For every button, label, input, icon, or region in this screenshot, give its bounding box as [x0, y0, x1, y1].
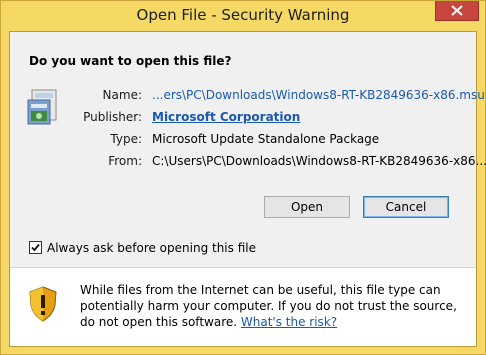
publisher-row: Publisher: Microsoft Corporation [10, 110, 470, 126]
security-shield-icon [29, 286, 57, 322]
publisher-link[interactable]: Microsoft Corporation [152, 110, 300, 124]
file-name-link[interactable]: ...ers\PC\Downloads\Windows8-RT-KB284963… [152, 88, 485, 102]
whats-the-risk-link[interactable]: What's the risk? [241, 315, 337, 329]
close-button[interactable] [435, 1, 479, 21]
dialog-question: Do you want to open this file? [29, 54, 232, 68]
warning-panel: While files from the Internet can be use… [10, 268, 476, 346]
checkmark-icon [31, 243, 40, 252]
always-ask-checkbox[interactable] [29, 241, 42, 254]
from-row: From: C:\Users\PC\Downloads\Windows8-RT-… [10, 154, 486, 170]
dialog-body: Do you want to open this file? Name: ...… [9, 31, 486, 347]
warning-text-block: While files from the Internet can be use… [80, 282, 468, 330]
open-button[interactable]: Open [264, 196, 350, 218]
name-row: Name: ...ers\PC\Downloads\Windows8-RT-KB… [10, 88, 485, 104]
from-label: From: [108, 154, 142, 168]
close-icon [451, 5, 463, 16]
title-bar[interactable]: Open File - Security Warning [1, 1, 485, 31]
always-ask-label[interactable]: Always ask before opening this file [47, 241, 256, 255]
dialog-window-frame: Open File - Security Warning Do you want… [0, 0, 486, 355]
name-label: Name: [102, 88, 142, 102]
type-label: Type: [110, 132, 142, 146]
cancel-button[interactable]: Cancel [363, 196, 449, 218]
type-row: Type: Microsoft Update Standalone Packag… [10, 132, 470, 148]
type-value: Microsoft Update Standalone Package [152, 132, 380, 146]
publisher-label: Publisher: [83, 110, 142, 124]
from-value: C:\Users\PC\Downloads\Windows8-RT-KB2849… [152, 154, 486, 168]
window-title: Open File - Security Warning [136, 6, 350, 24]
